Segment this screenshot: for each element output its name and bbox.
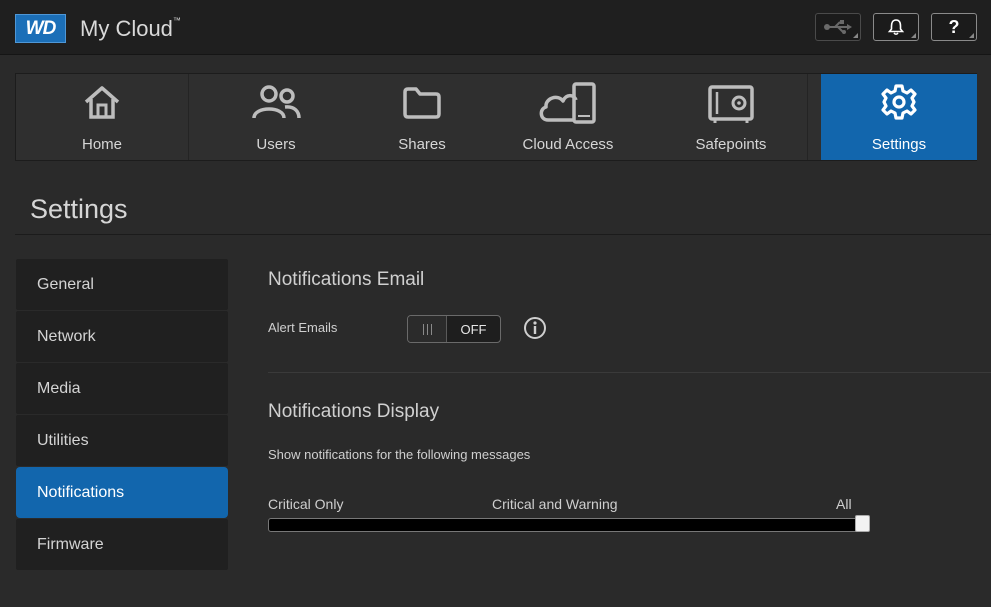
gear-icon (881, 84, 917, 120)
nav-shares-label: Shares (398, 136, 446, 153)
nav-home-label: Home (81, 136, 122, 153)
page-title: Settings (30, 194, 128, 224)
level-critical-only-label[interactable]: Critical Only (268, 496, 343, 512)
nav-safepoints[interactable]: Safepoints (655, 74, 807, 160)
nav-cloud-access[interactable]: Cloud Access (481, 74, 655, 160)
nav-settings[interactable]: Settings (821, 74, 977, 160)
title-divider (15, 234, 991, 235)
notifications-display-description: Show notifications for the following mes… (268, 447, 531, 462)
usb-icon (824, 20, 852, 34)
slider-thumb[interactable] (855, 515, 870, 532)
usb-button[interactable] (815, 13, 861, 41)
sidebar-item-notifications[interactable]: Notifications (16, 467, 228, 518)
alert-emails-toggle[interactable]: OFF (407, 315, 501, 343)
safe-icon (708, 85, 754, 123)
sidebar-item-firmware[interactable]: Firmware (16, 519, 228, 570)
toggle-state-label: OFF (460, 321, 487, 337)
notifications-email-heading: Notifications Email (268, 269, 425, 290)
help-button[interactable]: ? (931, 13, 977, 41)
home-icon (84, 86, 120, 119)
nav-users-label: Users (256, 136, 296, 153)
nav-cloud-access-label: Cloud Access (522, 136, 614, 153)
nav-users[interactable]: Users (189, 74, 363, 160)
notification-level-slider[interactable] (268, 518, 868, 532)
top-bar: WD My Cloud™ ? (0, 0, 991, 55)
settings-sidebar: General Network Media Utilities Notifica… (16, 259, 228, 571)
sidebar-item-network[interactable]: Network (16, 311, 228, 362)
nav-shares[interactable]: Shares (363, 74, 481, 160)
wd-logo[interactable]: WD (15, 14, 66, 43)
sidebar-item-utilities[interactable]: Utilities (16, 415, 228, 466)
notifications-display-heading: Notifications Display (268, 401, 440, 422)
sidebar-item-media[interactable]: Media (16, 363, 228, 414)
section-divider (268, 372, 991, 373)
nav-home[interactable]: Home (16, 74, 188, 160)
notifications-bell-button[interactable] (873, 13, 919, 41)
folder-icon (403, 87, 441, 119)
alert-emails-label: Alert Emails (268, 320, 338, 335)
info-icon[interactable] (523, 316, 547, 340)
cloud-device-icon (539, 82, 596, 124)
main-nav: Home Users Shares Cloud Access Safepoint… (15, 73, 977, 161)
nav-settings-label: Settings (871, 136, 927, 153)
help-icon: ? (948, 16, 960, 37)
users-icon (252, 85, 301, 119)
toggle-grip-icon (408, 316, 447, 342)
sidebar-item-general[interactable]: General (16, 259, 228, 310)
level-critical-warning-label[interactable]: Critical and Warning (492, 496, 618, 512)
bell-icon (887, 19, 905, 36)
nav-safepoints-label: Safepoints (695, 136, 767, 153)
level-all-label[interactable]: All (836, 496, 852, 512)
app-title: My Cloud™ (80, 16, 181, 41)
